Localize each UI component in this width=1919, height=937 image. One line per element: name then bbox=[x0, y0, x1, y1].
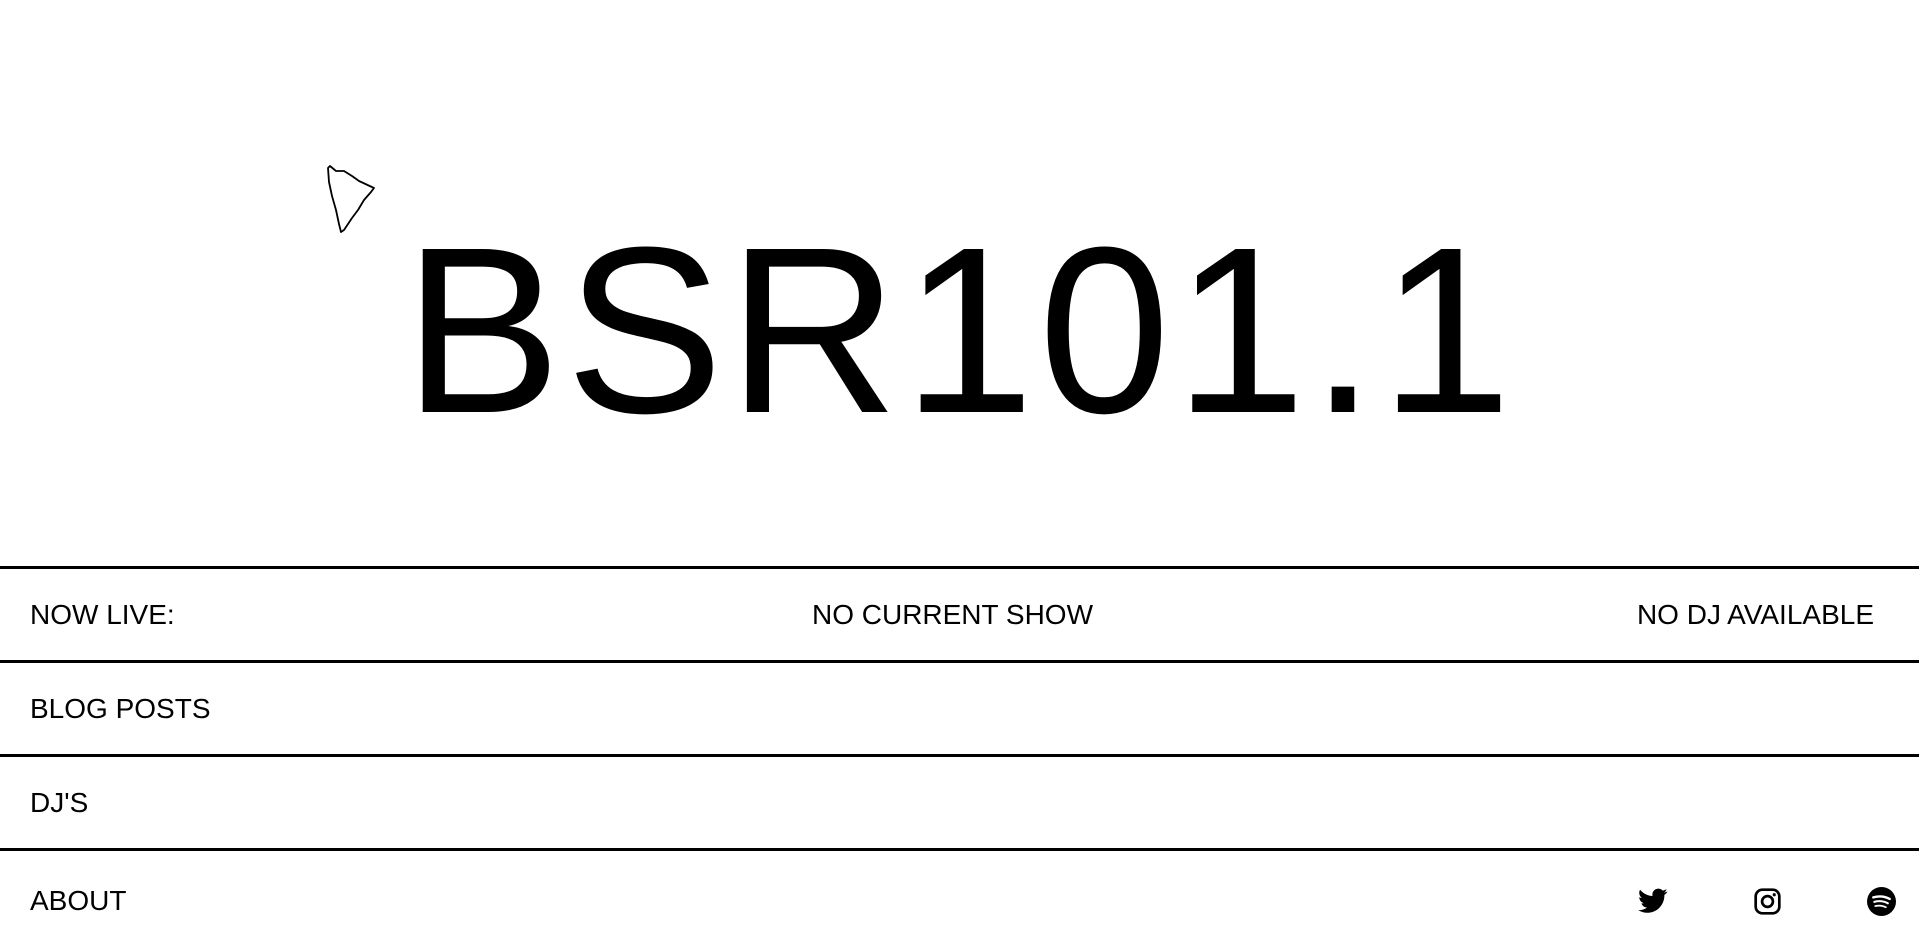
twitter-icon bbox=[1638, 888, 1668, 913]
nav-row-about: ABOUT bbox=[0, 848, 1919, 937]
current-dj-text: NO DJ AVAILABLE bbox=[1636, 598, 1874, 630]
now-live-bar: NOW LIVE: NO CURRENT SHOW NO DJ AVAILABL… bbox=[0, 566, 1919, 660]
nav-item-blog-posts[interactable]: BLOG POSTS bbox=[0, 660, 1919, 754]
current-show-text: NO CURRENT SHOW bbox=[811, 598, 1094, 630]
nav-item-label: DJ'S bbox=[30, 786, 89, 818]
spotify-icon bbox=[1866, 886, 1896, 916]
spotify-link[interactable] bbox=[1864, 884, 1898, 918]
nav-item-about[interactable]: ABOUT bbox=[30, 885, 126, 917]
social-links bbox=[1636, 884, 1898, 918]
page: BSR101.1 NOW LIVE: NO CURRENT SHOW NO DJ… bbox=[0, 0, 1919, 937]
hero: BSR101.1 bbox=[0, 0, 1919, 567]
nav-item-label: BLOG POSTS bbox=[30, 692, 211, 724]
now-live-label: NOW LIVE: bbox=[30, 598, 175, 630]
site-logo-title[interactable]: BSR101.1 bbox=[0, 212, 1919, 449]
twitter-link[interactable] bbox=[1636, 884, 1670, 918]
nav-item-djs[interactable]: DJ'S bbox=[0, 754, 1919, 848]
instagram-link[interactable] bbox=[1750, 884, 1784, 918]
main-nav: NOW LIVE: NO CURRENT SHOW NO DJ AVAILABL… bbox=[0, 566, 1919, 937]
instagram-icon bbox=[1753, 887, 1781, 915]
